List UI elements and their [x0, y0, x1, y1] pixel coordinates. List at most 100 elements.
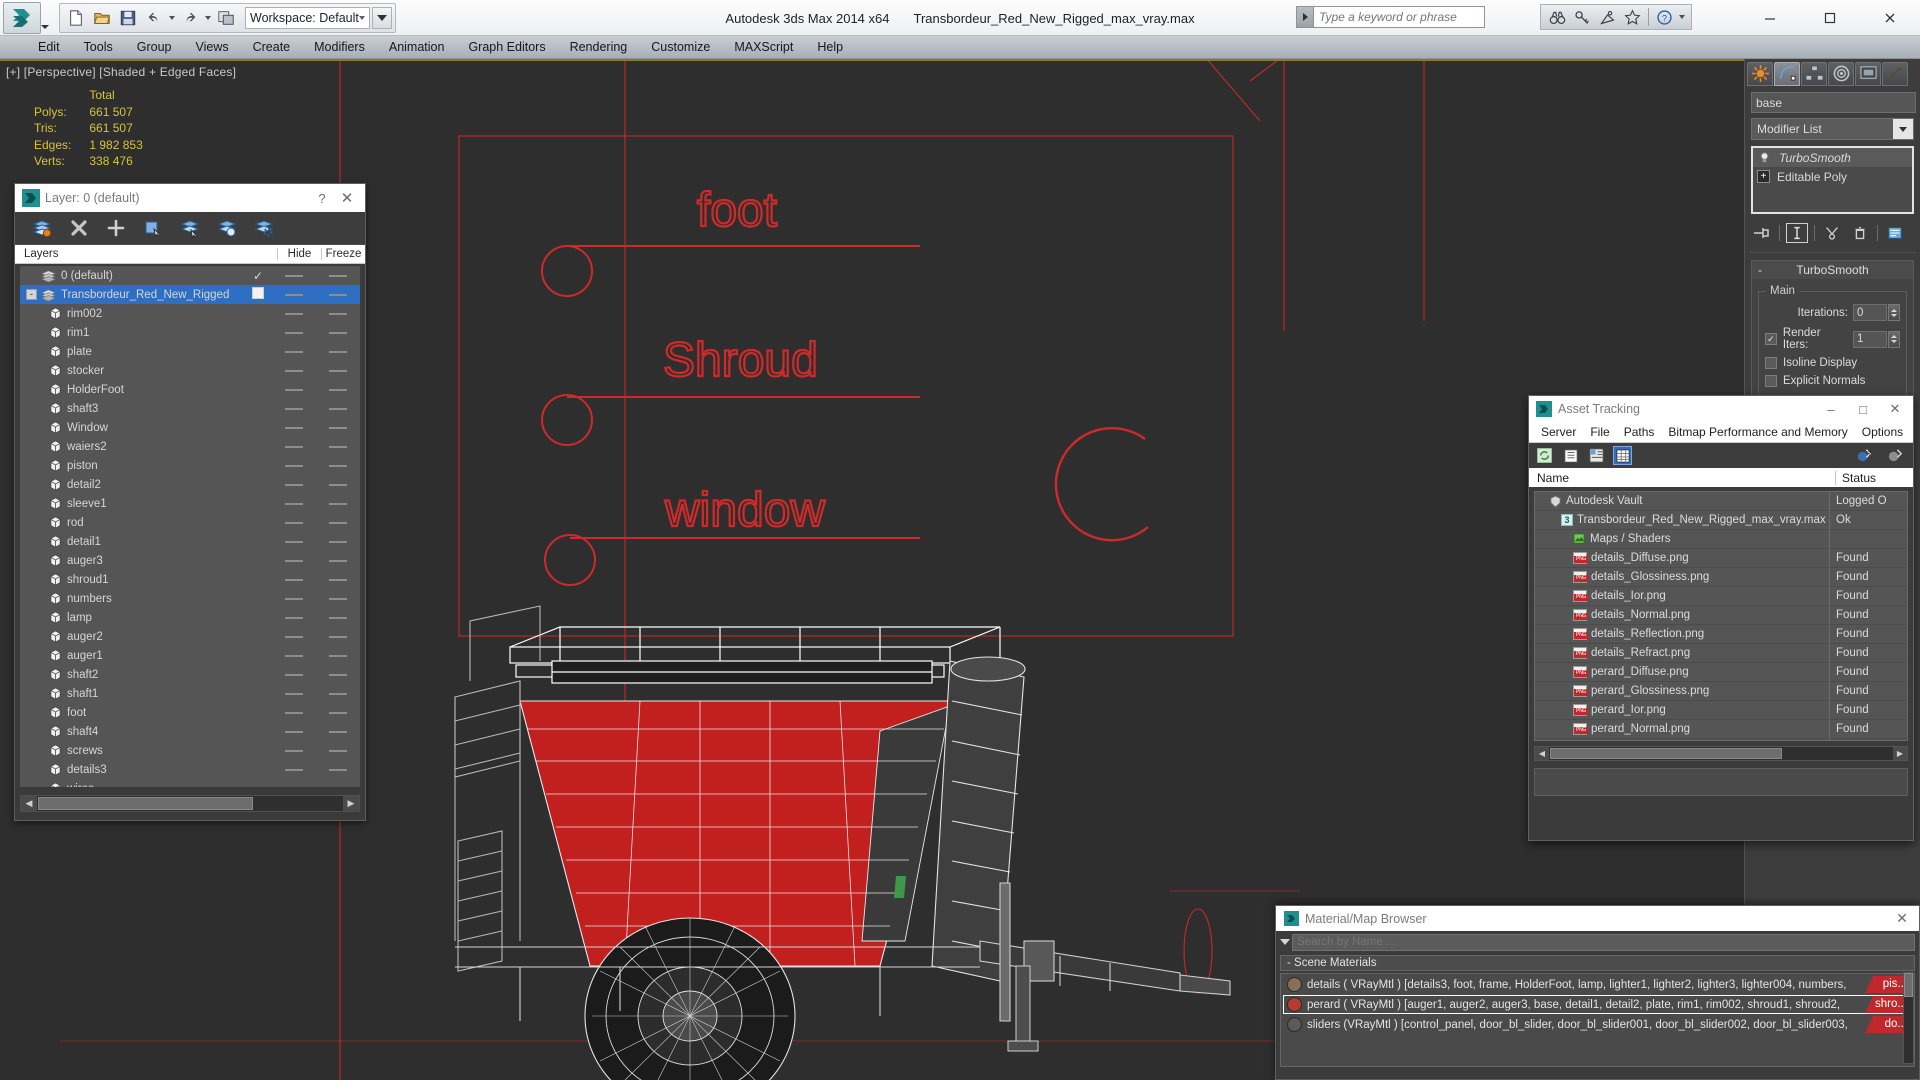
redo-dropdown-caret[interactable]: [203, 5, 213, 31]
refresh-icon[interactable]: [1535, 446, 1554, 465]
hide-toggle[interactable]: [272, 616, 316, 619]
rollout-collapse-glyph[interactable]: -: [1758, 263, 1762, 277]
hide-toggle[interactable]: [272, 521, 316, 524]
object-row[interactable]: lamp: [20, 608, 360, 627]
object-row[interactable]: auger3: [20, 551, 360, 570]
freeze-toggle[interactable]: [316, 293, 360, 296]
rollout-header[interactable]: - TurboSmooth: [1752, 261, 1913, 279]
expand-collapse-icon[interactable]: -: [26, 289, 37, 300]
freeze-toggle[interactable]: [316, 616, 360, 619]
freeze-toggle[interactable]: [316, 445, 360, 448]
modify-tab[interactable]: [1774, 61, 1800, 86]
add-layer-icon[interactable]: [105, 217, 127, 239]
freeze-toggle[interactable]: [316, 388, 360, 391]
freeze-toggle[interactable]: [316, 521, 360, 524]
asset-row[interactable]: perard_Reflection.pngFound: [1535, 738, 1907, 740]
help-dropdown-caret[interactable]: [1677, 4, 1687, 30]
help-search-box[interactable]: [1296, 6, 1485, 28]
menu-item-customize[interactable]: Customize: [639, 36, 722, 59]
object-row[interactable]: detail2: [20, 475, 360, 494]
asset-row[interactable]: perard_Ior.png Found: [1535, 700, 1907, 720]
hide-toggle[interactable]: [272, 559, 316, 562]
app-logo-button[interactable]: [3, 2, 49, 34]
minimize-button[interactable]: [1740, 0, 1800, 36]
asset-close-button[interactable]: ✕: [1879, 396, 1911, 422]
hide-toggle[interactable]: [272, 597, 316, 600]
select-objects-icon[interactable]: [142, 217, 164, 239]
object-row[interactable]: piston: [20, 456, 360, 475]
highlight-selected-icon[interactable]: [216, 217, 238, 239]
hide-toggle[interactable]: [272, 635, 316, 638]
freeze-toggle[interactable]: [316, 426, 360, 429]
binoculars-icon[interactable]: [1545, 5, 1570, 29]
freeze-toggle[interactable]: [316, 692, 360, 695]
asset-menu-paths[interactable]: Paths: [1617, 425, 1662, 439]
scene-materials-group-header[interactable]: - Scene Materials: [1280, 955, 1915, 971]
asset-row[interactable]: details_Ior.png Found: [1535, 586, 1907, 606]
expand-plus-icon[interactable]: +: [1757, 170, 1770, 183]
menu-item-modifiers[interactable]: Modifiers: [302, 36, 377, 59]
show-end-result-icon[interactable]: [1786, 223, 1808, 243]
workspace-selector[interactable]: Workspace: Default: [245, 6, 370, 29]
search-dropdown-icon[interactable]: [1296, 6, 1313, 28]
modifier-stack-item-turbosmooth[interactable]: TurboSmooth: [1753, 148, 1912, 167]
object-row[interactable]: wires: [20, 779, 360, 787]
hide-toggle[interactable]: [272, 369, 316, 372]
render-iters-spinner[interactable]: 1: [1853, 330, 1900, 348]
delete-layer-icon[interactable]: [68, 217, 90, 239]
hide-toggle[interactable]: [272, 426, 316, 429]
explicit-normals-checkbox[interactable]: [1765, 375, 1777, 387]
modifier-list-dropdown[interactable]: Modifier List: [1751, 118, 1914, 140]
object-row[interactable]: waiers2: [20, 437, 360, 456]
hide-toggle[interactable]: [272, 464, 316, 467]
asset-maximize-button[interactable]: □: [1847, 396, 1879, 422]
chevron-down-icon[interactable]: [1893, 119, 1913, 139]
hide-toggle[interactable]: [272, 331, 316, 334]
hide-toggle[interactable]: [272, 502, 316, 505]
filter-dropdown-icon[interactable]: [1278, 934, 1292, 950]
hide-toggle[interactable]: [272, 578, 316, 581]
object-row[interactable]: HolderFoot: [20, 380, 360, 399]
open-file-icon[interactable]: [89, 5, 115, 31]
hierarchy-tab[interactable]: [1801, 61, 1827, 86]
render-iters-checkbox[interactable]: ✓: [1765, 333, 1777, 345]
asset-row[interactable]: perard_Normal.png Found: [1535, 719, 1907, 739]
freeze-toggle[interactable]: [316, 274, 360, 277]
iterations-spinner-arrows[interactable]: [1888, 304, 1900, 321]
object-row[interactable]: stocker: [20, 361, 360, 380]
freeze-toggle[interactable]: [316, 711, 360, 714]
scroll-left-arrow[interactable]: ◀: [21, 796, 37, 811]
material-row[interactable]: details ( VRayMtl ) [details3, foot, fra…: [1283, 975, 1912, 994]
layer-manager-dialog[interactable]: Layer: 0 (default) ? ✕ Layers Hide Freez…: [14, 183, 366, 821]
object-name-field[interactable]: [1751, 92, 1916, 113]
object-row[interactable]: rod: [20, 513, 360, 532]
hide-toggle[interactable]: [272, 540, 316, 543]
scroll-thumb[interactable]: [1904, 973, 1913, 997]
hide-toggle[interactable]: [272, 350, 316, 353]
render-iters-spinner-arrows[interactable]: [1888, 330, 1900, 348]
freeze-toggle[interactable]: [316, 559, 360, 562]
asset-row[interactable]: Maps / Shaders: [1535, 529, 1907, 549]
object-row[interactable]: auger1: [20, 646, 360, 665]
object-row[interactable]: shroud1: [20, 570, 360, 589]
undo-icon[interactable]: [141, 5, 167, 31]
hide-toggle[interactable]: [272, 483, 316, 486]
render-iters-value[interactable]: 1: [1853, 330, 1887, 348]
layer-dialog-close-button[interactable]: ✕: [333, 189, 361, 207]
asset-menu-server[interactable]: Server: [1534, 425, 1583, 439]
object-row[interactable]: rim002: [20, 304, 360, 323]
object-row[interactable]: foot: [20, 703, 360, 722]
freeze-toggle[interactable]: [316, 597, 360, 600]
freeze-toggle[interactable]: [316, 768, 360, 771]
redo-icon[interactable]: [177, 5, 203, 31]
menu-item-create[interactable]: Create: [241, 36, 303, 59]
layer-dialog-help-button[interactable]: ?: [311, 191, 333, 206]
search-input[interactable]: [1313, 6, 1485, 28]
object-row[interactable]: rim1: [20, 323, 360, 342]
detail-view-icon[interactable]: [1587, 446, 1606, 465]
remove-modifier-icon[interactable]: [1849, 223, 1871, 243]
material-map-browser-dialog[interactable]: Material/Map Browser ✕ - Scene Materials…: [1275, 905, 1920, 1080]
object-row[interactable]: shaft1: [20, 684, 360, 703]
material-browser-close-button[interactable]: ✕: [1887, 910, 1917, 927]
star-icon[interactable]: [1620, 5, 1645, 29]
